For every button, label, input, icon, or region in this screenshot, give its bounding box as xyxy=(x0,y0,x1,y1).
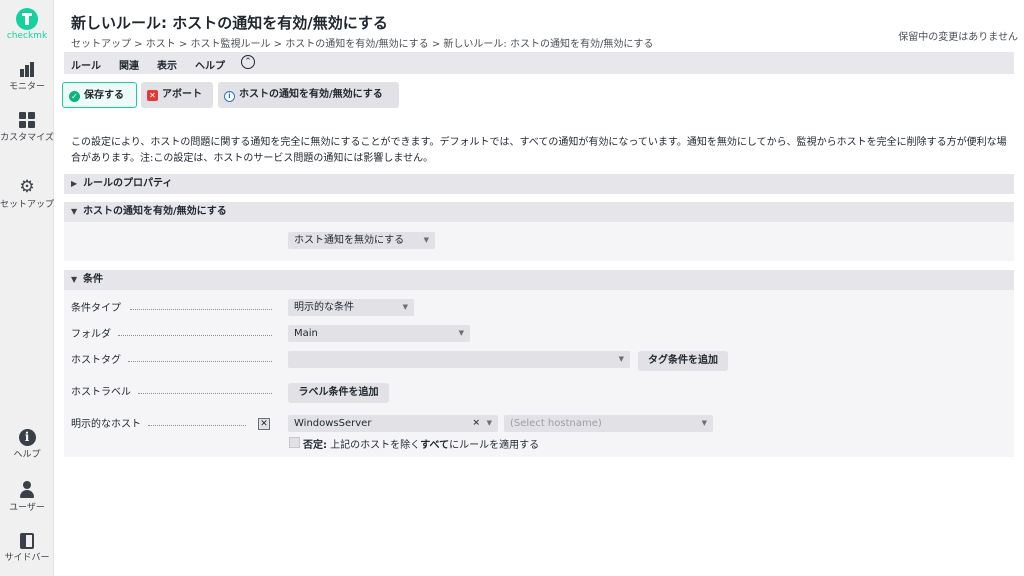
explicit-hosts-label: 明示的なホスト xyxy=(71,419,141,430)
section-value[interactable]: ▼ ホストの通知を有効/無効にする xyxy=(64,202,1014,222)
condition-type-select[interactable]: 明示的な条件 ▼ xyxy=(288,299,414,316)
dotted-leader xyxy=(148,425,246,426)
sidebar-item-label: モニター xyxy=(8,82,45,92)
sidebar-toggle-icon xyxy=(20,533,34,549)
chevron-down-icon: ▼ xyxy=(486,419,492,427)
sidebar-item-label: サイドバー xyxy=(4,553,50,563)
abort-button-label: アボート xyxy=(162,89,202,100)
sidebar-item-monitor[interactable]: モニター xyxy=(0,60,54,93)
checkmk-logo-icon xyxy=(16,8,38,30)
grid-icon xyxy=(18,111,36,129)
triangle-down-icon: ▼ xyxy=(71,275,78,284)
section-rule-properties[interactable]: ▶ ルールのプロパティ xyxy=(64,174,1014,194)
select-value: WindowsServer xyxy=(294,418,372,429)
triangle-down-icon: ▼ xyxy=(71,207,78,216)
negate-label: 否定: 上記のホストを除くすべてにルールを適用する xyxy=(303,436,539,451)
dotted-leader xyxy=(118,335,272,336)
checkmark-icon: ✓ xyxy=(69,91,80,102)
select-value: 明示的な条件 xyxy=(294,302,354,313)
dotted-leader xyxy=(128,361,272,362)
sidebar-item-label: カスタマイズ xyxy=(0,133,54,143)
save-button[interactable]: ✓ 保存する xyxy=(62,82,137,108)
chevron-down-icon: ▼ xyxy=(458,329,464,337)
negate-bold-2: すべて xyxy=(420,440,450,451)
close-icon[interactable]: ✕ xyxy=(258,418,270,430)
menu-display[interactable]: 表示 xyxy=(157,57,177,72)
section-title: ホストの通知を有効/無効にする xyxy=(83,206,227,217)
negate-text-1: 上記のホストを除く xyxy=(327,440,421,451)
host-notifications-button-label: ホストの通知を有効/無効にする xyxy=(239,89,383,100)
info-icon: i xyxy=(18,429,36,446)
folder-select[interactable]: Main ▼ xyxy=(288,325,470,342)
chevron-down-icon: ▼ xyxy=(618,355,624,363)
select-placeholder: (Select hostname) xyxy=(510,418,602,429)
chevron-down-icon: ▼ xyxy=(701,419,707,427)
save-button-label: 保存する xyxy=(84,90,124,101)
host-notifications-button[interactable]: i ホストの通知を有効/無効にする xyxy=(218,82,399,108)
menubar: ルール 関連 表示 ヘルプ ⌃ xyxy=(64,52,1014,74)
explicit-host-select[interactable]: WindowsServer × ▼ xyxy=(288,415,498,432)
sidebar-item-sidebar[interactable]: サイドバー xyxy=(0,533,54,564)
user-icon xyxy=(18,481,36,499)
pending-changes-link[interactable]: 保留中の変更はありません xyxy=(898,28,1018,43)
host-tags-label: ホストタグ xyxy=(71,355,121,366)
add-label-condition-button[interactable]: ラベル条件を追加 xyxy=(288,383,389,403)
sidebar-item-setup[interactable]: ⚙ セットアップ xyxy=(0,178,54,211)
section-conditions[interactable]: ▼ 条件 xyxy=(64,270,1014,290)
chevron-down-icon: ▼ xyxy=(402,303,408,311)
clear-icon[interactable]: × xyxy=(472,415,480,432)
sidebar-item-label: ユーザー xyxy=(9,503,45,513)
add-tag-condition-button[interactable]: タグ条件を追加 xyxy=(638,351,728,371)
rule-description: この設定により、ホストの問題に関する通知を完全に無効にすることができます。デフォ… xyxy=(71,137,1007,164)
sidebar-item-label: セットアップ xyxy=(0,200,55,210)
section-title: ルールのプロパティ xyxy=(83,178,173,189)
dotted-leader xyxy=(138,393,272,394)
info-icon: i xyxy=(224,91,235,102)
section-title: 条件 xyxy=(83,274,103,285)
gear-icon: ⚙ xyxy=(19,177,35,197)
hostname-select[interactable]: (Select hostname) ▼ xyxy=(504,415,713,432)
sidebar-item-help[interactable]: i ヘルプ xyxy=(0,429,54,461)
sidebar-item-label: ヘルプ xyxy=(13,450,41,460)
breadcrumb[interactable]: セットアップ > ホスト > ホスト監視ルール > ホストの通知を有効/無効にす… xyxy=(71,35,653,50)
select-value: ホスト通知を無効にする xyxy=(294,235,405,246)
sidebar-item-user[interactable]: ユーザー xyxy=(0,481,54,514)
triangle-right-icon: ▶ xyxy=(71,179,78,188)
abort-button[interactable]: ✕ アボート xyxy=(141,82,213,108)
host-notification-select[interactable]: ホスト通知を無効にする ▼ xyxy=(288,232,435,249)
menu-related[interactable]: 関連 xyxy=(119,57,139,72)
page-header: 新しいルール: ホストの通知を有効/無効にする セットアップ > ホスト > ホ… xyxy=(54,0,1024,52)
negate-text-2: にルールを適用する xyxy=(449,440,540,451)
folder-label: フォルダ xyxy=(71,329,111,340)
close-icon: ✕ xyxy=(147,90,158,101)
select-value: Main xyxy=(294,328,318,339)
checkmk-logo[interactable]: checkmk xyxy=(0,8,54,41)
host-labels-label: ホストラベル xyxy=(71,387,131,398)
condition-type-label: 条件タイプ xyxy=(71,303,121,314)
logo-text: checkmk xyxy=(6,31,48,41)
menu-help[interactable]: ヘルプ xyxy=(195,57,225,72)
negate-checkbox[interactable] xyxy=(289,437,300,448)
sidebar: checkmk モニター カスタマイズ ⚙ セットアップ i ヘルプ ユーザー … xyxy=(0,0,54,576)
chevron-up-icon[interactable]: ⌃ xyxy=(241,55,255,69)
chevron-down-icon: ▼ xyxy=(423,236,429,244)
host-tags-select[interactable]: ▼ xyxy=(288,351,630,368)
menu-rule[interactable]: ルール xyxy=(71,57,101,72)
section-value-body: ホスト通知を無効にする ▼ xyxy=(64,222,1014,261)
page-title: 新しいルール: ホストの通知を有効/無効にする xyxy=(71,14,388,32)
dotted-leader xyxy=(130,309,272,310)
sidebar-item-customize[interactable]: カスタマイズ xyxy=(0,111,54,144)
bar-chart-icon xyxy=(18,60,36,78)
negate-bold: 否定: xyxy=(303,440,327,451)
